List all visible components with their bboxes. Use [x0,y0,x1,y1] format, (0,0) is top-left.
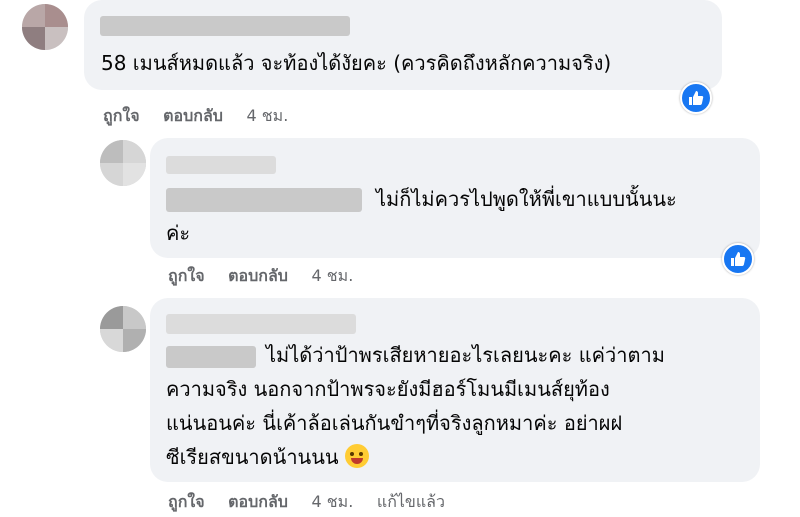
comment-bubble: 58 เมนส์หมดแล้ว จะท้องได้งัยคะ (ควรคิดถึ… [84,0,722,90]
like-reaction-badge[interactable] [722,243,754,275]
laughing-emoji-icon [344,444,369,468]
timestamp[interactable]: 4 ชม. [312,492,354,511]
edited-label: แก้ไขแล้ว [376,492,445,511]
comment-bubble: ไม่ก็ไม่ควรไปพูดให้พี่เขาแบบนั้นนะ ค่ะ [150,138,760,258]
comment-text: ไม่ก็ไม่ควรไปพูดให้พี่เขาแบบนั้นนะ [376,184,677,214]
like-link[interactable]: ถูกใจ [168,492,205,511]
comment-actions: ถูกใจ ตอบกลับ 4 ชม. [103,104,306,129]
comment-line: 58 เมนส์หมดแล้ว จะท้องได้งัยคะ (ควรคิดถึ… [101,51,612,75]
like-link[interactable]: ถูกใจ [168,266,205,285]
blurred-author-name [100,16,350,36]
like-link[interactable]: ถูกใจ [103,106,140,125]
comment-line: ค่ะ [166,221,191,245]
blurred-mention [166,188,362,212]
avatar[interactable] [22,4,68,50]
comment-text: 58 เมนส์หมดแล้ว จะท้องได้งัยคะ (ควรคิดถึ… [101,48,611,78]
comment-line: ซีเรียสขนาดน้านนน [166,445,339,469]
comment-line: ความจริง นอกจากป้าพรจะยังมีฮอร์โมนมีเมนส… [166,377,610,401]
blurred-author-name [166,314,356,334]
comment-text: ค่ะ [166,218,190,248]
comment-text: ไม่ได้ว่าป้าพรเสียหายอะไรเลยนะคะ แค่ว่าต… [266,340,665,370]
comment-bubble: ไม่ได้ว่าป้าพรเสียหายอะไรเลยนะคะ แค่ว่าต… [150,298,760,482]
comment-line: ไม่ก็ไม่ควรไปพูดให้พี่เขาแบบนั้นนะ [376,187,677,211]
reply-link[interactable]: ตอบกลับ [228,492,288,511]
comment-actions: ถูกใจ ตอบกลับ 4 ชม. [168,264,371,289]
blurred-author-name [166,156,276,174]
blurred-mention [166,346,256,368]
comment-text: แน่นอนค่ะ นี่เค้าล้อเล่นกันขำๆที่จริงลูก… [166,408,622,438]
comment-line: แน่นอนค่ะ นี่เค้าล้อเล่นกันขำๆที่จริงลูก… [166,411,623,435]
like-reaction-badge[interactable] [680,82,712,114]
comment-actions: ถูกใจ ตอบกลับ 4 ชม. แก้ไขแล้ว [168,490,463,515]
timestamp[interactable]: 4 ชม. [312,266,354,285]
comment-text: ซีเรียสขนาดน้านนน [166,442,369,472]
comment-text: ความจริง นอกจากป้าพรจะยังมีฮอร์โมนมีเมนส… [166,374,610,404]
reply-link[interactable]: ตอบกลับ [228,266,288,285]
timestamp[interactable]: 4 ชม. [247,106,289,125]
avatar[interactable] [100,306,146,352]
thumbs-up-icon [689,91,704,105]
avatar[interactable] [100,140,146,186]
thumbs-up-icon [731,252,746,266]
reply-link[interactable]: ตอบกลับ [163,106,223,125]
comment-line: ไม่ได้ว่าป้าพรเสียหายอะไรเลยนะคะ แค่ว่าต… [266,343,665,367]
